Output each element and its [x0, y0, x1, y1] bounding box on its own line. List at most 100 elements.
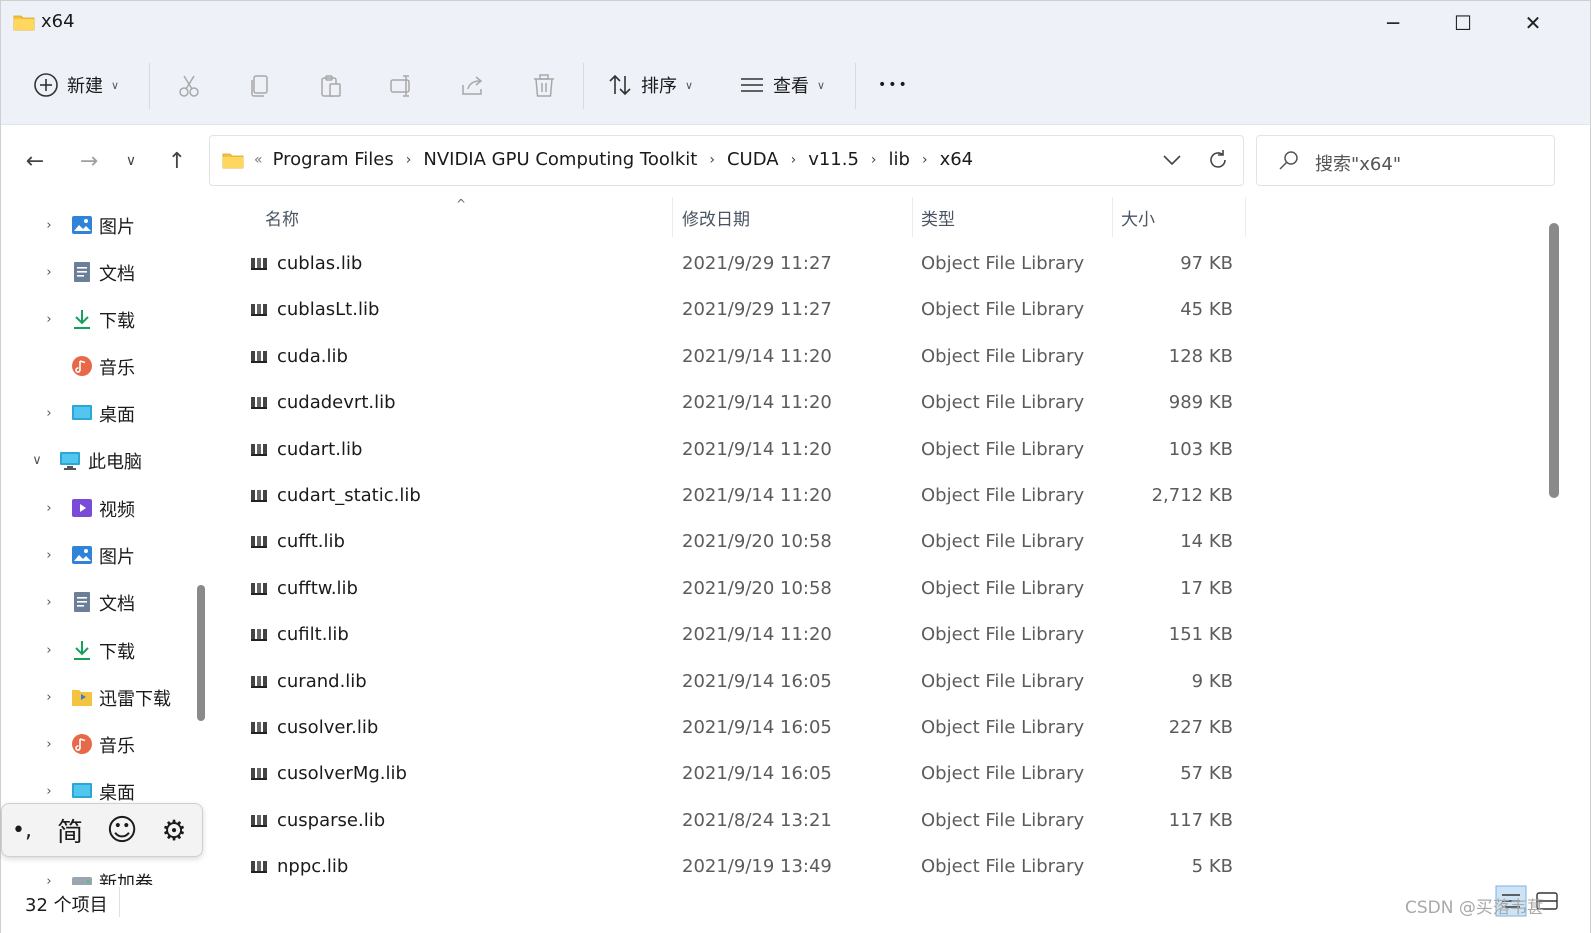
file-row[interactable]: cudadevrt.lib 2021/9/14 11:20 Object File … — [219, 382, 1249, 428]
chevron-right-icon[interactable]: › — [41, 217, 57, 233]
maximize-button[interactable]: ☐ — [1428, 1, 1498, 45]
breadcrumb-item[interactable]: v11.5 — [808, 149, 859, 170]
nav-item[interactable]: › 图片 — [1, 535, 191, 575]
file-list: ^ 名称 修改日期 类型 大小 cublas.lib 2021/9/29 11:2… — [219, 197, 1547, 885]
vertical-scrollbar[interactable] — [1549, 197, 1561, 885]
nav-item[interactable]: › 迅雷下载 — [1, 677, 191, 717]
file-row[interactable]: cusolverMg.lib 2021/9/14 16:05 Object File… — [219, 753, 1249, 799]
address-bar[interactable]: « Program Files › NVIDIA GPU Computing T… — [209, 135, 1244, 186]
file-row[interactable]: cuda.lib 2021/9/14 11:20 Object File Libra… — [219, 336, 1249, 382]
refresh-icon[interactable] — [1206, 148, 1230, 172]
chevron-down-icon[interactable]: ∨ — [29, 452, 45, 468]
ime-punctuation-button[interactable]: •, — [6, 812, 38, 848]
chevron-right-icon[interactable]: › — [41, 594, 57, 610]
nav-item[interactable]: › 音乐 — [1, 724, 191, 764]
chevron-right-icon[interactable]: › — [41, 783, 57, 799]
file-name: cusolver.lib — [277, 717, 379, 738]
file-row[interactable]: cublas.lib 2021/9/29 11:27 Object File Lib… — [219, 243, 1249, 289]
close-button[interactable]: ✕ — [1498, 1, 1568, 45]
back-button[interactable]: ← — [19, 145, 51, 177]
nav-item[interactable]: › 桌面 — [1, 393, 191, 433]
overflow-chevron[interactable]: « — [254, 152, 263, 168]
ime-emoji-button[interactable]: ☺ — [102, 812, 142, 848]
library-file-icon — [251, 675, 267, 688]
nav-item[interactable]: › 新加卷 (D:) — [1, 861, 191, 885]
column-header-size[interactable]: 大小 — [1121, 205, 1155, 230]
chevron-right-icon[interactable]: › — [406, 152, 412, 168]
nav-item[interactable]: › 文档 — [1, 252, 191, 292]
column-divider[interactable] — [1245, 197, 1246, 237]
file-row[interactable]: cudart.lib 2021/9/14 11:20 Object File Lib… — [219, 429, 1249, 475]
up-button[interactable]: ↑ — [161, 145, 193, 177]
chevron-right-icon[interactable]: › — [41, 689, 57, 705]
chevron-right-icon[interactable]: › — [871, 152, 877, 168]
nav-item[interactable]: 音乐 — [1, 346, 191, 386]
breadcrumb-item[interactable]: NVIDIA GPU Computing Toolkit — [423, 149, 697, 170]
chevron-right-icon[interactable]: › — [41, 736, 57, 752]
ime-settings-button[interactable]: ⚙ — [154, 812, 194, 848]
file-name: cufilt.lib — [277, 624, 349, 646]
chevron-right-icon[interactable]: › — [922, 152, 928, 168]
separator — [119, 887, 120, 917]
file-row[interactable]: nppc.lib 2021/9/19 13:49 Object File Libra… — [219, 846, 1249, 885]
column-divider[interactable] — [672, 197, 673, 237]
column-header-date[interactable]: 修改日期 — [682, 205, 750, 230]
arrow-left-icon: ← — [25, 148, 45, 174]
nav-item[interactable]: › 下载 — [1, 630, 191, 670]
address-dropdown-icon[interactable] — [1160, 148, 1184, 172]
breadcrumb-item[interactable]: x64 — [940, 149, 974, 170]
share-button[interactable] — [458, 71, 488, 101]
chevron-right-icon[interactable]: › — [41, 547, 57, 563]
view-button[interactable]: 查看 ∨ — [739, 65, 825, 105]
column-divider[interactable] — [912, 197, 913, 237]
chevron-right-icon[interactable]: › — [41, 264, 57, 280]
file-row[interactable]: cusparse.lib 2021/8/24 13:21 Object File L… — [219, 800, 1249, 846]
search-input[interactable]: 搜索"x64" — [1256, 135, 1555, 186]
nav-item[interactable]: ∨ 此电脑 — [1, 440, 191, 480]
nav-item[interactable]: › 文档 — [1, 582, 191, 622]
column-header-type[interactable]: 类型 — [921, 205, 955, 230]
chevron-right-icon[interactable]: › — [41, 873, 57, 886]
file-row[interactable]: cufft.lib 2021/9/20 10:58 Object File Libr… — [219, 521, 1249, 567]
chevron-right-icon[interactable] — [41, 358, 57, 374]
copy-button[interactable] — [245, 71, 275, 101]
file-size: 17 KB — [1180, 577, 1233, 599]
file-row[interactable]: curand.lib 2021/9/14 16:05 Object File Lib… — [219, 661, 1249, 707]
chevron-right-icon[interactable]: › — [791, 152, 797, 168]
nav-item[interactable]: › 下载 — [1, 299, 191, 339]
minimize-button[interactable]: ─ — [1358, 1, 1428, 45]
ime-mode-button[interactable]: 简 — [50, 812, 90, 848]
chevron-right-icon[interactable]: › — [41, 642, 57, 658]
breadcrumb-item[interactable]: lib — [889, 149, 910, 170]
file-row[interactable]: cufilt.lib 2021/9/14 11:20 Object File Lib… — [219, 614, 1249, 660]
new-button[interactable]: 新建 ∨ — [33, 65, 119, 105]
more-icon: ••• — [878, 77, 909, 93]
chevron-right-icon[interactable]: › — [709, 152, 715, 168]
rename-button[interactable] — [387, 71, 417, 101]
nav-item[interactable]: › 图片 — [1, 205, 191, 245]
chevron-right-icon[interactable]: › — [41, 500, 57, 516]
recent-locations-button[interactable]: ∨ — [115, 145, 147, 177]
forward-button[interactable]: → — [73, 145, 105, 177]
nav-item[interactable]: › 视频 — [1, 488, 191, 528]
library-file-icon — [251, 629, 267, 642]
file-row[interactable]: cusolver.lib 2021/9/14 16:05 Object File L… — [219, 707, 1249, 753]
column-header-name[interactable]: 名称 — [265, 205, 299, 230]
breadcrumb-item[interactable]: CUDA — [727, 149, 779, 170]
delete-button[interactable] — [529, 71, 559, 101]
paste-button[interactable] — [316, 71, 346, 101]
file-size: 227 KB — [1168, 717, 1233, 738]
cut-button[interactable] — [174, 71, 204, 101]
file-row[interactable]: cublasLt.lib 2021/9/29 11:27 Object File L… — [219, 289, 1249, 335]
folder-icon — [13, 15, 35, 31]
chevron-right-icon[interactable]: › — [41, 311, 57, 327]
nav-scrollbar-thumb[interactable] — [197, 585, 205, 721]
column-divider[interactable] — [1112, 197, 1113, 237]
chevron-right-icon[interactable]: › — [41, 405, 57, 421]
sort-button[interactable]: 排序 ∨ — [607, 65, 693, 105]
breadcrumb-item[interactable]: Program Files — [273, 149, 394, 170]
file-row[interactable]: cudart_static.lib 2021/9/14 11:20 Object F… — [219, 475, 1249, 521]
file-row[interactable]: cufftw.lib 2021/9/20 10:58 Object File Lib… — [219, 568, 1249, 614]
more-options-button[interactable]: ••• — [878, 65, 909, 105]
scrollbar-thumb[interactable] — [1549, 223, 1559, 498]
